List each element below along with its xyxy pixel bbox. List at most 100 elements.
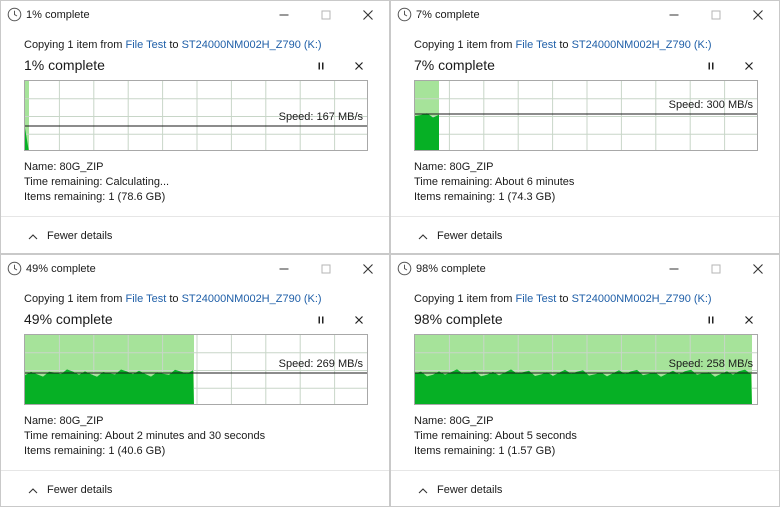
fewer-details-button[interactable]: Fewer details	[28, 484, 112, 496]
maximize-button[interactable]	[305, 255, 347, 283]
title-bar[interactable]: 7% complete	[391, 1, 779, 29]
time-remaining-value: Calculating...	[105, 176, 170, 188]
fewer-details-label: Fewer details	[437, 484, 503, 496]
source-link[interactable]: File Test	[516, 293, 557, 305]
name-value: 80G_ZIP	[449, 415, 494, 427]
time-remaining-row: Time remaining: About 6 minutes	[414, 176, 574, 188]
items-remaining-value: 1 (40.6 GB)	[108, 445, 166, 457]
maximize-icon	[711, 264, 721, 274]
maximize-button[interactable]	[695, 1, 737, 29]
time-remaining-row: Time remaining: About 5 seconds	[414, 430, 577, 442]
time-remaining-label: Time remaining:	[414, 176, 493, 188]
items-remaining-value: 1 (74.3 GB)	[498, 191, 556, 203]
minimize-icon	[669, 14, 679, 16]
fewer-details-label: Fewer details	[437, 230, 503, 242]
destination-link[interactable]: ST24000NM002H_Z790 (K:)	[182, 293, 322, 305]
copy-progress-dialog: 1% complete Copying 1 item from File Tes…	[0, 0, 390, 254]
window-title: 1% complete	[26, 9, 90, 21]
speed-label: Speed: 167 MB/s	[278, 111, 363, 123]
chevron-up-icon	[28, 487, 38, 493]
pause-button[interactable]	[313, 59, 329, 73]
pause-button[interactable]	[703, 59, 719, 73]
close-button[interactable]	[737, 1, 779, 29]
time-remaining-value: About 2 minutes and 30 seconds	[104, 430, 266, 442]
copy-prefix: Copying 1 item from	[24, 39, 123, 51]
title-bar[interactable]: 98% complete	[391, 255, 779, 283]
clock-icon	[7, 261, 22, 276]
time-remaining-value: About 5 seconds	[494, 430, 577, 442]
items-remaining-value: 1 (78.6 GB)	[108, 191, 166, 203]
destination-link[interactable]: ST24000NM002H_Z790 (K:)	[572, 39, 712, 51]
fewer-details-button[interactable]: Fewer details	[418, 484, 502, 496]
close-icon	[753, 10, 763, 20]
minimize-button[interactable]	[263, 255, 305, 283]
items-remaining-row: Items remaining: 1 (78.6 GB)	[24, 191, 165, 203]
fewer-details-button[interactable]: Fewer details	[418, 230, 502, 242]
name-row: Name: 80G_ZIP	[24, 161, 104, 173]
name-row: Name: 80G_ZIP	[414, 161, 494, 173]
copy-prefix: Copying 1 item from	[24, 293, 123, 305]
chevron-up-icon	[28, 233, 38, 239]
stop-icon	[745, 62, 753, 70]
close-button[interactable]	[737, 255, 779, 283]
destination-link[interactable]: ST24000NM002H_Z790 (K:)	[182, 39, 322, 51]
pause-icon	[708, 316, 714, 324]
speed-label: Speed: 300 MB/s	[668, 99, 753, 111]
name-row: Name: 80G_ZIP	[414, 415, 494, 427]
stop-icon	[355, 316, 363, 324]
minimize-button[interactable]	[653, 1, 695, 29]
time-remaining-label: Time remaining:	[24, 430, 103, 442]
speed-graph: Speed: 300 MB/s	[414, 80, 758, 151]
speed-history-area	[415, 113, 439, 150]
speed-graph: Speed: 258 MB/s	[414, 334, 758, 405]
maximize-button[interactable]	[695, 255, 737, 283]
name-label: Name:	[24, 415, 57, 427]
items-remaining-row: Items remaining: 1 (1.57 GB)	[414, 445, 555, 457]
fewer-details-button[interactable]: Fewer details	[28, 230, 112, 242]
stop-button[interactable]	[741, 313, 757, 327]
percent-heading: 1% complete	[24, 57, 105, 73]
source-link[interactable]: File Test	[126, 39, 167, 51]
items-remaining-row: Items remaining: 1 (74.3 GB)	[414, 191, 555, 203]
divider	[1, 216, 389, 217]
clock-icon	[7, 7, 22, 22]
close-icon	[363, 10, 373, 20]
stop-icon	[355, 62, 363, 70]
stop-button[interactable]	[351, 59, 367, 73]
maximize-icon	[321, 264, 331, 274]
close-button[interactable]	[347, 1, 389, 29]
stop-button[interactable]	[741, 59, 757, 73]
minimize-icon	[279, 14, 289, 16]
name-label: Name:	[24, 161, 57, 173]
source-link[interactable]: File Test	[126, 293, 167, 305]
title-bar[interactable]: 1% complete	[1, 1, 389, 29]
chevron-up-icon	[418, 487, 428, 493]
maximize-button[interactable]	[305, 1, 347, 29]
stop-icon	[745, 316, 753, 324]
speed-label: Speed: 258 MB/s	[668, 358, 753, 370]
minimize-button[interactable]	[263, 1, 305, 29]
fewer-details-label: Fewer details	[47, 484, 113, 496]
minimize-icon	[279, 268, 289, 270]
divider	[391, 216, 779, 217]
name-label: Name:	[414, 161, 447, 173]
close-button[interactable]	[347, 255, 389, 283]
percent-heading: 98% complete	[414, 311, 503, 327]
copy-progress-dialog: 7% complete Copying 1 item from File Tes…	[390, 0, 780, 254]
source-link[interactable]: File Test	[516, 39, 557, 51]
pause-button[interactable]	[313, 313, 329, 327]
destination-link[interactable]: ST24000NM002H_Z790 (K:)	[572, 293, 712, 305]
copy-prefix: Copying 1 item from	[414, 293, 513, 305]
copy-description: Copying 1 item from File Test to ST24000…	[24, 39, 322, 51]
divider	[1, 470, 389, 471]
copy-progress-dialog: 49% complete Copying 1 item from File Te…	[0, 254, 390, 507]
copy-description: Copying 1 item from File Test to ST24000…	[414, 39, 712, 51]
minimize-button[interactable]	[653, 255, 695, 283]
copy-progress-dialog: 98% complete Copying 1 item from File Te…	[390, 254, 780, 507]
stop-button[interactable]	[351, 313, 367, 327]
title-bar[interactable]: 49% complete	[1, 255, 389, 283]
speed-graph: Speed: 167 MB/s	[24, 80, 368, 151]
pause-button[interactable]	[703, 313, 719, 327]
minimize-icon	[669, 268, 679, 270]
maximize-icon	[321, 10, 331, 20]
